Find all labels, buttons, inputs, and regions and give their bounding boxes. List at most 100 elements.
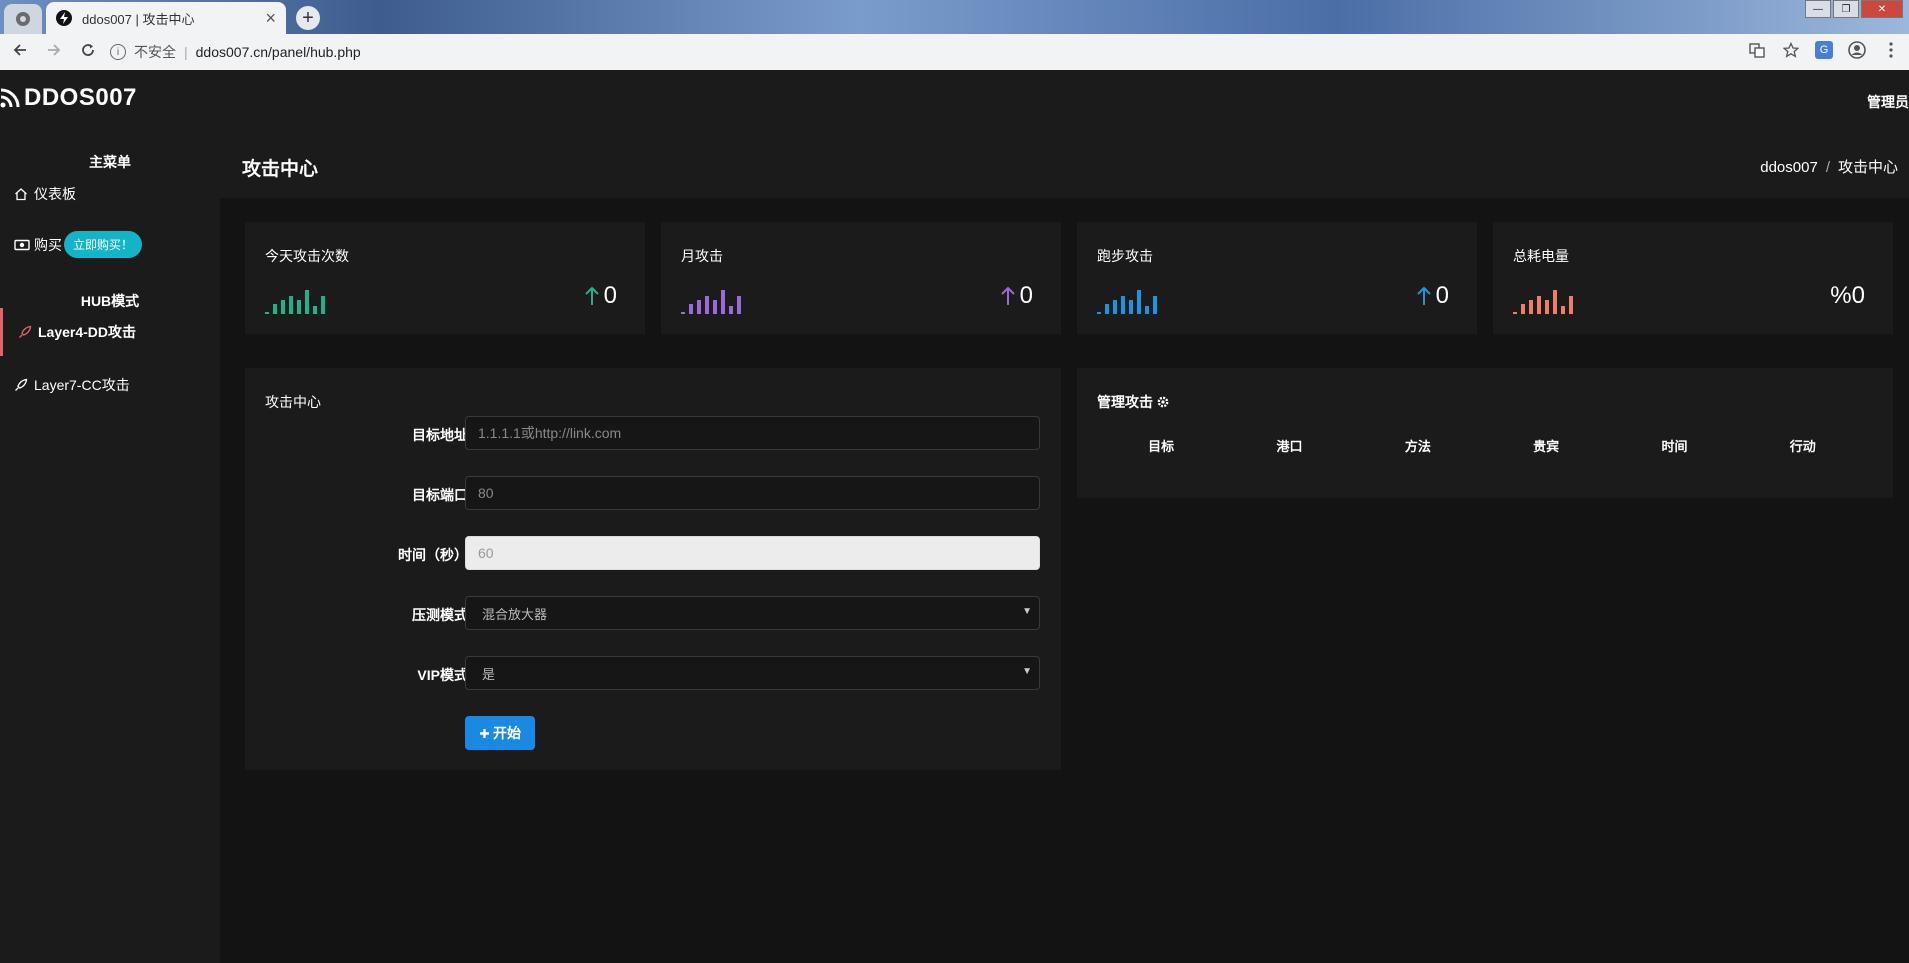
column-header-port: 港口	[1276, 439, 1303, 454]
forward-arrow-icon[interactable]	[40, 42, 68, 63]
site-logo[interactable]: DDOS007	[0, 84, 137, 112]
stat-title: 跑步攻击	[1097, 248, 1153, 264]
toolbar-actions: G	[1747, 40, 1901, 60]
rss-feed-icon	[0, 88, 20, 108]
start-button-label: 开始	[493, 725, 521, 741]
sparkline-bar	[1553, 290, 1557, 314]
rocket-icon	[18, 325, 34, 339]
sidebar-item-dashboard[interactable]: 仪表板	[14, 184, 76, 204]
stat-card-power: 总耗电量 % 0	[1493, 222, 1893, 334]
port-input[interactable]: 80	[465, 476, 1040, 510]
stat-card-today: 今天攻击次数 0	[245, 222, 645, 334]
sidebar-item-layer7[interactable]: Layer7-CC攻击	[14, 375, 130, 395]
sparkline-bar	[305, 290, 309, 314]
sparkline-bar	[1121, 296, 1125, 314]
sparkline-bar	[1569, 296, 1573, 314]
time-input[interactable]: 60	[465, 536, 1040, 570]
sparkline-bar	[321, 296, 325, 314]
account-icon[interactable]	[1847, 40, 1867, 60]
sparkline-bar	[1137, 290, 1141, 314]
tab-title: ddos007 | 攻击中心	[82, 11, 195, 27]
reload-icon[interactable]	[74, 42, 102, 63]
gear-icon[interactable]	[1157, 396, 1169, 408]
sidebar-item-label: 购买	[34, 236, 62, 253]
tab-close-icon[interactable]: ×	[265, 8, 276, 29]
sparkline-bar	[689, 304, 693, 314]
stat-value: 0	[584, 282, 617, 310]
sparkline-bar	[281, 300, 285, 314]
insecure-label: 不安全	[134, 44, 176, 60]
sparkline-bar	[705, 296, 709, 314]
form-row-target: 目标地址 1.1.1.1或http://link.com	[245, 416, 1080, 452]
translate-icon[interactable]	[1747, 40, 1767, 60]
attacks-table-header: 目标 港口 方法 贵宾 时间 行动	[1097, 436, 1867, 455]
sidebar-item-layer4[interactable]: Layer4-DD攻击	[0, 308, 136, 356]
method-select[interactable]: 混合放大器 ▼	[465, 596, 1040, 630]
stat-number: 0	[603, 282, 617, 309]
chrome-icon	[16, 12, 30, 26]
sparkline-bar	[1113, 300, 1117, 314]
sidebar-item-label: 仪表板	[34, 186, 76, 202]
sparkline-bar	[721, 290, 725, 314]
sparkline-bar	[297, 300, 301, 314]
translate-extension-icon[interactable]: G	[1815, 41, 1833, 59]
breadcrumb-current: 攻击中心	[1837, 159, 1898, 176]
url-text[interactable]: ddos007.cn/panel/hub.php	[196, 44, 361, 60]
sparkline-bar	[1145, 306, 1149, 314]
page-header: 攻击中心 ddos007 / 攻击中心	[220, 128, 1909, 198]
plus-icon	[480, 728, 489, 738]
dropdown-caret-icon: ▼	[1022, 666, 1032, 677]
stat-card-running: 跑步攻击 0	[1077, 222, 1477, 334]
admin-user-menu[interactable]: 管理员	[1867, 92, 1909, 112]
time-label: 时间（秒）	[398, 547, 468, 563]
bookmark-star-icon[interactable]	[1781, 40, 1801, 60]
sidebar: 主菜单 仪表板 购买 立即购买！ HUB模式 Layer4-DD攻击 Layer…	[0, 128, 220, 963]
breadcrumb: ddos007 / 攻击中心	[1760, 156, 1898, 177]
buy-now-badge[interactable]: 立即购买！	[64, 231, 143, 258]
target-input[interactable]: 1.1.1.1或http://link.com	[465, 416, 1040, 450]
main-content: 攻击中心 ddos007 / 攻击中心 今天攻击次数 0 月攻击 0 跑步攻击 0 …	[220, 128, 1909, 963]
stat-card-month: 月攻击 0	[661, 222, 1061, 334]
sparkline-bar	[265, 312, 269, 314]
maximize-button[interactable]: ❐	[1833, 0, 1859, 18]
browser-tab-inactive[interactable]	[4, 4, 42, 34]
sparkline-bar	[313, 306, 317, 314]
sidebar-item-label: Layer4-DD攻击	[38, 324, 137, 340]
form-row-vip: VIP模式 是 ▼	[245, 656, 1080, 692]
menu-kebab-icon[interactable]	[1881, 40, 1901, 60]
start-button[interactable]: 开始	[465, 716, 535, 750]
minimize-button[interactable]: —	[1805, 0, 1831, 18]
dropdown-caret-icon: ▼	[1022, 606, 1032, 617]
sparkline-bar	[1561, 306, 1565, 314]
sidebar-heading-main-menu: 主菜单	[89, 154, 131, 170]
sparkline-bar	[1521, 304, 1525, 314]
info-icon[interactable]: i	[110, 44, 126, 60]
new-tab-button[interactable]: +	[296, 6, 320, 30]
window-close-button[interactable]: ✕	[1861, 0, 1903, 18]
address-bar[interactable]: i 不安全 | ddos007.cn/panel/hub.php	[110, 39, 1750, 65]
window-controls: — ❐ ✕	[1805, 0, 1903, 18]
page-viewport: DDOS007 管理员 主菜单 仪表板 购买 立即购买！ HUB模式 Layer…	[0, 70, 1909, 963]
page-title: 攻击中心	[242, 159, 319, 180]
method-selected-value: 混合放大器	[482, 606, 548, 622]
breadcrumb-separator: /	[1825, 159, 1830, 176]
sidebar-item-buy[interactable]: 购买 立即购买！	[14, 231, 143, 258]
vip-select[interactable]: 是 ▼	[465, 656, 1040, 690]
manage-title: 管理攻击	[1097, 392, 1169, 412]
breadcrumb-home-link[interactable]: ddos007	[1760, 159, 1818, 176]
stat-title: 总耗电量	[1513, 248, 1569, 264]
form-card-title: 攻击中心	[265, 394, 321, 410]
sparkline-bar	[1513, 312, 1517, 314]
browser-tab-active[interactable]: ddos007 | 攻击中心 ×	[46, 2, 286, 34]
arrow-up-icon	[1416, 286, 1432, 306]
sparkline-bar	[1097, 312, 1101, 314]
sparkline-bar	[1105, 304, 1109, 314]
column-header-action: 行动	[1789, 439, 1816, 454]
back-arrow-icon[interactable]	[6, 42, 34, 63]
column-header-time: 时间	[1661, 439, 1688, 454]
column-header-target: 目标	[1148, 439, 1175, 454]
sparkline-bar	[713, 300, 717, 314]
sparkline-bar	[1545, 300, 1549, 314]
stat-title: 月攻击	[681, 248, 723, 264]
sparkline-bar	[737, 296, 741, 314]
